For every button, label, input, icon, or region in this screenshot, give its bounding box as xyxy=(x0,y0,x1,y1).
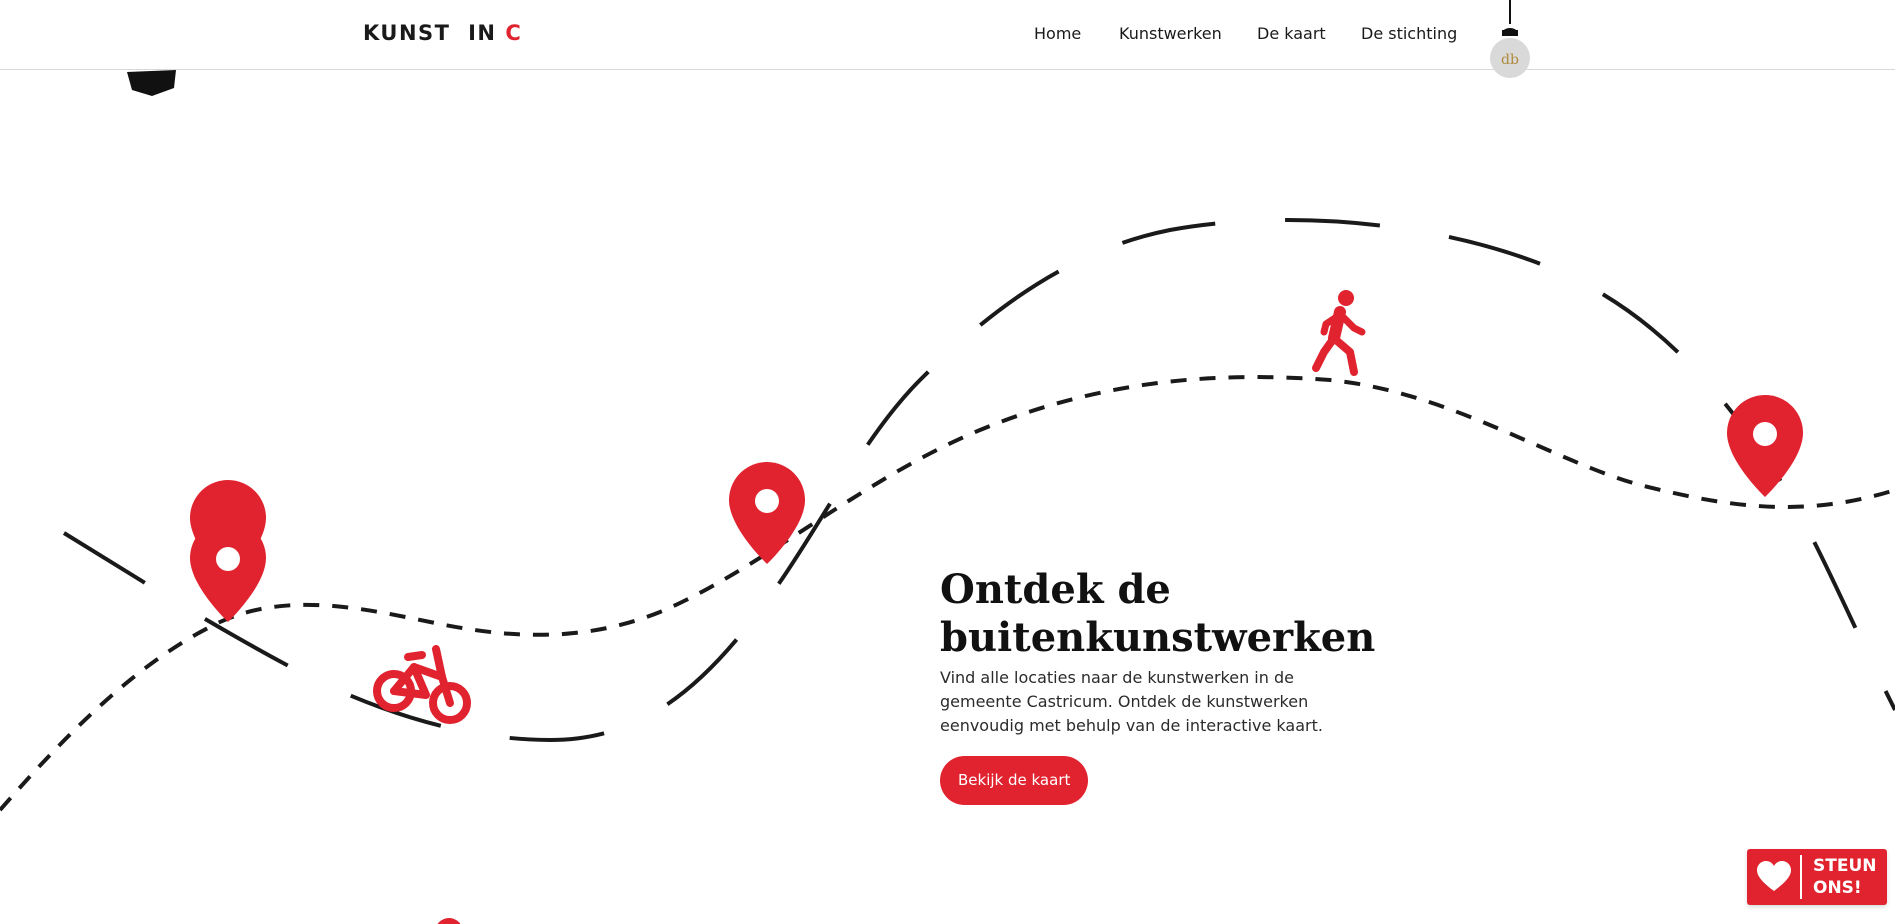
dark-blob-shape xyxy=(127,70,176,96)
nav-de-kaart[interactable]: De kaart xyxy=(1257,24,1326,43)
hero-section: Ontdek de buitenkunstwerken Vind alle lo… xyxy=(940,566,1420,805)
map-pin-center xyxy=(755,489,779,513)
lamp-icon[interactable]: db xyxy=(1488,0,1532,82)
bicycle-icon xyxy=(373,645,471,724)
nav-kunstwerken[interactable]: Kunstwerken xyxy=(1119,24,1222,43)
hero-title-line2: buitenkunstwerken xyxy=(940,614,1376,661)
map-pin-center xyxy=(216,547,240,571)
hero-title-line1: Ontdek de xyxy=(940,566,1171,613)
support-button[interactable]: STEUN ONS! xyxy=(1747,849,1887,905)
heart-icon xyxy=(1757,861,1791,891)
hero-title: Ontdek de buitenkunstwerken xyxy=(940,566,1420,662)
map-pin-partial-icon xyxy=(437,918,461,924)
support-label-line1: STEUN xyxy=(1813,856,1877,876)
hero-description: Vind alle locaties naar de kunstwerken i… xyxy=(940,668,1323,735)
walking-person-icon xyxy=(1312,290,1366,376)
lamp-monogram: db xyxy=(1501,52,1519,68)
page: KUNST IN C Home Kunstwerken De kaart De … xyxy=(0,0,1895,924)
map-pin-center xyxy=(1753,422,1777,446)
view-map-button[interactable]: Bekijk de kaart xyxy=(940,756,1089,805)
support-divider xyxy=(1800,855,1802,899)
nav-home[interactable]: Home xyxy=(1034,24,1081,43)
main-nav: Home Kunstwerken De kaart De stichting xyxy=(0,24,1895,48)
nav-de-stichting[interactable]: De stichting xyxy=(1361,24,1457,43)
support-label-line2: ONS! xyxy=(1813,878,1862,898)
site-header: KUNST IN C Home Kunstwerken De kaart De … xyxy=(0,0,1895,70)
support-label: STEUN ONS! xyxy=(1813,855,1885,899)
